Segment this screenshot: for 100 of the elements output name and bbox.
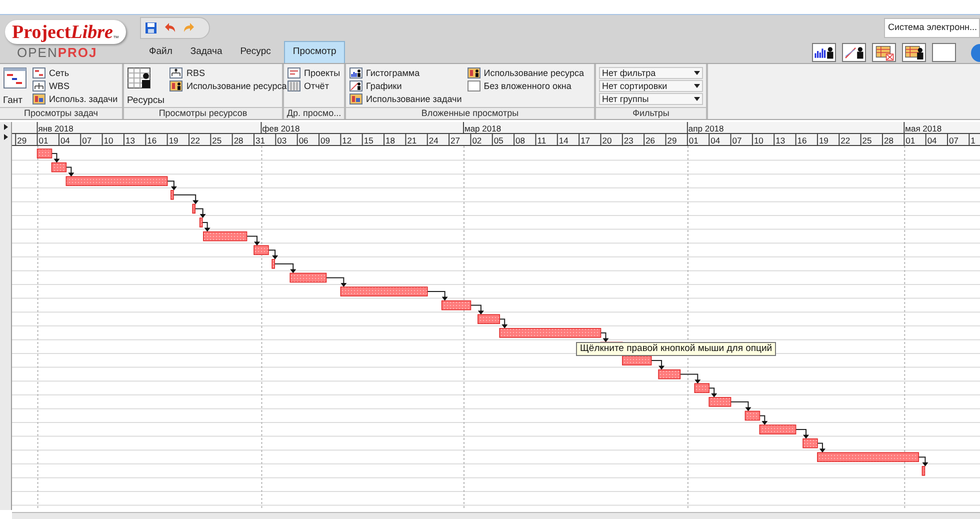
group-title: Просмотры задач [24, 109, 98, 118]
task-bar[interactable] [290, 272, 327, 283]
task-bar[interactable] [622, 356, 652, 366]
task-bar[interactable] [170, 190, 174, 200]
view-menu-item[interactable]: Проекты [287, 67, 340, 79]
day-tick-label: 09 [320, 136, 330, 146]
month-label: апр 2018 [688, 124, 724, 134]
task-bar[interactable] [199, 218, 203, 228]
dependency-arrow [759, 415, 768, 425]
save-icon[interactable] [145, 22, 157, 34]
day-tick-label: 01 [688, 136, 698, 146]
view-icon [169, 67, 184, 79]
task-bar[interactable] [203, 231, 248, 242]
dependency-arrow [650, 360, 665, 370]
toolbar-view-button[interactable] [902, 43, 926, 62]
day-tick-label: 22 [190, 136, 200, 146]
task-bar[interactable] [441, 300, 472, 310]
dependency-arrow [816, 442, 826, 453]
task-bar[interactable] [499, 328, 602, 338]
help-icon[interactable] [970, 44, 980, 62]
horizontal-scrollbar[interactable] [12, 512, 980, 519]
menu-tab[interactable]: Ресурс [231, 41, 280, 63]
task-bar[interactable] [802, 438, 818, 448]
toolbar-view-button[interactable] [842, 43, 866, 62]
day-tick-label: 07 [732, 136, 742, 146]
dependency-arrow [166, 180, 177, 190]
menu-tab[interactable]: Задача [181, 41, 232, 63]
dependency-arrow [268, 250, 278, 260]
dependency-arrow [795, 429, 810, 439]
dependency-arrow [600, 332, 609, 342]
dropdown-caret-icon [694, 84, 700, 88]
dependency-arrow [426, 291, 448, 301]
task-bar[interactable] [658, 369, 681, 380]
task-bar[interactable] [272, 259, 275, 269]
task-bar[interactable] [478, 314, 500, 324]
dropdown-caret-icon [694, 97, 700, 101]
day-tick-label: 25 [212, 136, 222, 146]
day-tick-label: 11 [537, 136, 546, 146]
filter-dropdown[interactable]: Нет фильтра [599, 67, 703, 79]
task-bar[interactable] [817, 452, 919, 462]
dependency-arrow [246, 236, 260, 246]
day-tick-label: 08 [516, 136, 526, 146]
task-bar[interactable] [340, 286, 428, 296]
task-bar[interactable] [66, 176, 168, 186]
day-tick-label: 21 [407, 136, 417, 146]
day-tick-label: 07 [949, 136, 958, 146]
view-menu-item[interactable]: WBS [32, 80, 118, 92]
day-tick-label: 13 [776, 136, 786, 146]
day-tick-label: 04 [710, 136, 720, 146]
day-tick-label: 16 [797, 136, 807, 146]
filter-dropdown[interactable]: Нет сортировки [599, 80, 703, 92]
group-title: Вложенные просмотры [421, 109, 519, 118]
resource-table-icon [903, 44, 925, 61]
expand-arrow-icon[interactable] [4, 134, 8, 140]
view-menu-item[interactable]: Использование ресурса [169, 80, 287, 92]
gantt-chart-icon [3, 67, 27, 89]
menu-tab[interactable]: Просмотр [284, 41, 346, 63]
view-menu-item[interactable]: Без вложенного окна [466, 80, 584, 92]
view-menu-item[interactable]: Использование ресурса [466, 67, 584, 79]
view-menu-item[interactable]: Сеть [32, 67, 118, 79]
task-bar[interactable] [759, 424, 796, 434]
project-selector[interactable]: Система электронн... [884, 18, 980, 38]
day-tick-label: 18 [386, 136, 395, 146]
toolbar-view-button[interactable] [812, 43, 836, 62]
day-tick-label: 27 [450, 136, 460, 146]
view-menu-item[interactable]: Гистограмма [349, 67, 462, 79]
task-bar[interactable] [708, 397, 732, 407]
day-tick-label: 03 [277, 136, 287, 146]
line-chart-icon [843, 44, 865, 61]
tooltip: Щёлкните правой кнопкой мыши для опций [576, 342, 776, 356]
day-tick-label: 16 [147, 136, 157, 146]
day-tick-label: 05 [494, 136, 504, 146]
task-bar[interactable] [254, 245, 269, 255]
filter-dropdown[interactable]: Нет группы [599, 93, 703, 105]
large-view-button[interactable]: Ресурсы [127, 67, 164, 107]
task-bar[interactable] [922, 466, 926, 476]
task-bar[interactable] [694, 383, 710, 393]
collapse-arrow-icon[interactable] [4, 124, 8, 130]
view-menu-item[interactable]: Графики [349, 80, 462, 92]
day-tick-label: 01 [38, 136, 48, 146]
task-bar[interactable] [51, 162, 67, 172]
task-bar[interactable] [192, 204, 196, 214]
undo-icon[interactable] [164, 22, 176, 32]
dependency-arrow [51, 153, 60, 163]
view-icon [287, 80, 301, 92]
histogram-icon [813, 44, 835, 61]
view-menu-item[interactable]: Использ. задачи [32, 93, 118, 105]
large-view-button[interactable]: Гант [3, 67, 27, 107]
view-menu-item[interactable]: Использование задачи [349, 93, 462, 105]
view-menu-item[interactable]: Отчёт [287, 80, 340, 92]
view-icon [169, 80, 184, 92]
view-menu-item[interactable]: RBS [169, 67, 287, 79]
task-bar[interactable] [36, 148, 52, 158]
task-bar[interactable] [744, 410, 760, 421]
menu-tab[interactable]: Файл [140, 41, 182, 63]
day-tick-label: 23 [624, 136, 634, 146]
dependency-arrow [470, 304, 484, 315]
dependency-arrow [66, 166, 74, 177]
day-tick-label: 17 [580, 136, 590, 146]
month-label: янв 2018 [38, 124, 74, 134]
